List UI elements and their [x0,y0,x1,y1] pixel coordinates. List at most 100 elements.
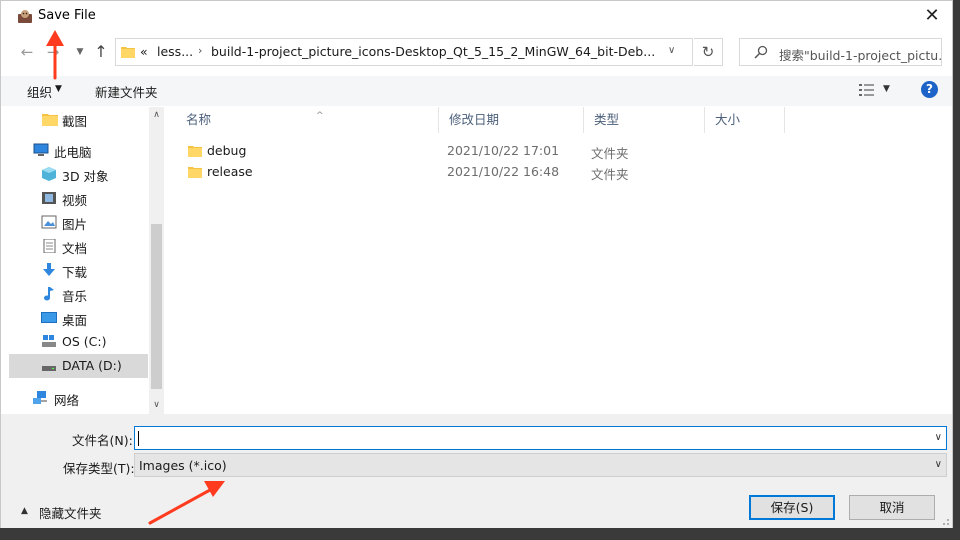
filetype-dropdown-icon[interactable]: ∨ [935,459,942,470]
organize-dropdown-icon[interactable]: ▼ [55,84,62,94]
column-header-label: 类型 [594,112,620,127]
sidebar-item-network[interactable]: 网络 [9,386,148,410]
sidebar-item-3d-objects[interactable]: 3D 对象 [9,162,148,186]
sidebar-item-label: 桌面 [62,313,88,328]
file-name: debug [207,143,247,158]
scrollbar-thumb[interactable] [151,224,162,389]
help-icon[interactable]: ? [921,81,938,98]
filetype-label: 保存类型(T): [63,461,135,476]
resize-grip-icon[interactable] [940,516,950,526]
cancel-button[interactable]: 取消 [849,495,935,520]
sidebar-item-label: 视频 [62,193,88,208]
file-modified: 2021/10/22 17:01 [447,143,560,158]
save-button[interactable]: 保存(S) [749,495,835,520]
view-options-icon[interactable] [858,82,876,98]
breadcrumb-item-less[interactable]: less... [157,44,193,59]
sidebar-item-label: 网络 [54,393,80,408]
table-row[interactable]: debug 2021/10/22 17:01 文件夹 [166,140,952,161]
sidebar-item-label: 下载 [62,265,88,280]
file-type: 文件夹 [591,146,629,161]
text-caret [138,431,139,446]
address-dropdown-icon[interactable]: ∨ [668,45,675,56]
file-name: release [207,164,253,179]
filetype-select[interactable]: Images (*.ico) ∨ [134,453,947,477]
column-header-type[interactable]: 类型 [584,107,705,133]
sidebar-scrollbar[interactable]: ∧ ∨ [149,107,164,414]
sidebar-item-drive-d[interactable]: DATA (D:) [9,354,148,378]
address-bar[interactable]: « less... › build-1-project_picture_icon… [115,38,693,66]
forward-arrow-icon[interactable]: → [44,41,62,63]
network-icon [33,391,47,404]
sidebar-item-label: 音乐 [62,289,88,304]
window-title: Save File [38,8,96,23]
sidebar-item-music[interactable]: 音乐 [9,282,148,306]
file-type: 文件夹 [591,167,629,182]
folder-icon [188,167,202,178]
folder-icon [188,146,202,157]
download-icon [43,263,55,276]
search-icon [754,45,768,59]
file-modified: 2021/10/22 16:48 [447,164,560,179]
sidebar-item-label: 截图 [62,114,88,129]
title-bar: Save File ✕ [1,1,952,31]
sidebar-item-drive-c[interactable]: OS (C:) [9,330,148,354]
folder-icon [42,114,58,126]
recent-locations-chevron-icon[interactable]: ▼ [71,41,89,63]
sidebar-item-label: 图片 [62,217,88,232]
column-header-name[interactable]: 名称 ^ [176,107,439,133]
sidebar-item-screenshots[interactable]: 截图 [9,107,148,131]
sort-ascending-icon: ^ [316,111,324,121]
search-input[interactable]: 搜索"build-1-project_pictu... [739,38,942,66]
file-list: 名称 ^ 修改日期 类型 大小 debug 2021/10/22 17:01 文… [166,107,952,414]
sidebar-item-label: 文档 [62,241,88,256]
drive-c-icon [42,335,56,347]
sidebar-item-videos[interactable]: 视频 [9,186,148,210]
filename-label: 文件名(N): [72,433,133,448]
document-icon [43,239,56,253]
folder-icon [121,47,135,58]
breadcrumb-item-build[interactable]: build-1-project_picture_icons-Desktop_Qt… [211,44,655,59]
up-arrow-icon[interactable]: ↑ [92,41,110,63]
video-icon [42,192,56,204]
breadcrumb-separator-icon[interactable]: › [198,44,202,57]
sidebar-item-pictures[interactable]: 图片 [9,210,148,234]
breadcrumb-overflow[interactable]: « [140,44,148,59]
filename-input[interactable]: ∨ [134,426,947,450]
desktop-icon [41,312,57,323]
navigation-pane: 截图 此电脑 3D 对象 视频 图片 文档 下载 音乐 桌面 OS (C:) D… [9,107,149,414]
table-row[interactable]: release 2021/10/22 16:48 文件夹 [166,161,952,182]
toolbar: 组织 ▼ 新建文件夹 ▼ ? [1,76,952,106]
chevron-up-icon[interactable]: ▲ [21,506,28,516]
back-arrow-icon[interactable]: ← [18,41,36,63]
save-options-panel: 文件名(N): ∨ 保存类型(T): Images (*.ico) ∨ ▲ 隐藏… [1,414,952,528]
sidebar-item-documents[interactable]: 文档 [9,234,148,258]
new-folder-button[interactable]: 新建文件夹 [95,82,158,101]
sidebar-item-label: 此电脑 [54,145,92,160]
sidebar-item-downloads[interactable]: 下载 [9,258,148,282]
organize-button[interactable]: 组织 [27,82,52,101]
column-header-label: 名称 [186,112,212,127]
cube-icon [42,167,56,181]
column-header-label: 修改日期 [449,112,500,127]
sidebar-item-this-pc[interactable]: 此电脑 [9,138,148,162]
sidebar-item-label: DATA (D:) [62,358,122,373]
drive-d-icon [42,366,56,371]
column-header-date[interactable]: 修改日期 [439,107,584,133]
sidebar-item-label: 3D 对象 [62,169,109,184]
search-placeholder: 搜索"build-1-project_pictu... [779,48,941,63]
scroll-up-icon[interactable]: ∧ [149,107,164,124]
refresh-button[interactable]: ↻ [694,38,723,66]
column-header-size[interactable]: 大小 [705,107,785,133]
save-file-dialog: Save File ✕ ← → ▼ ↑ « less... › build-1-… [0,0,953,528]
sidebar-item-label: OS (C:) [62,334,107,349]
close-button[interactable]: ✕ [920,4,944,28]
picture-icon [41,215,57,229]
view-dropdown-icon[interactable]: ▼ [883,84,890,94]
app-icon [18,10,32,23]
filetype-value: Images (*.ico) [139,458,227,473]
hide-folders-toggle[interactable]: 隐藏文件夹 [39,503,102,522]
filename-dropdown-icon[interactable]: ∨ [935,432,942,443]
scroll-down-icon[interactable]: ∨ [149,397,164,414]
sidebar-item-desktop[interactable]: 桌面 [9,306,148,330]
column-header-label: 大小 [715,112,741,127]
